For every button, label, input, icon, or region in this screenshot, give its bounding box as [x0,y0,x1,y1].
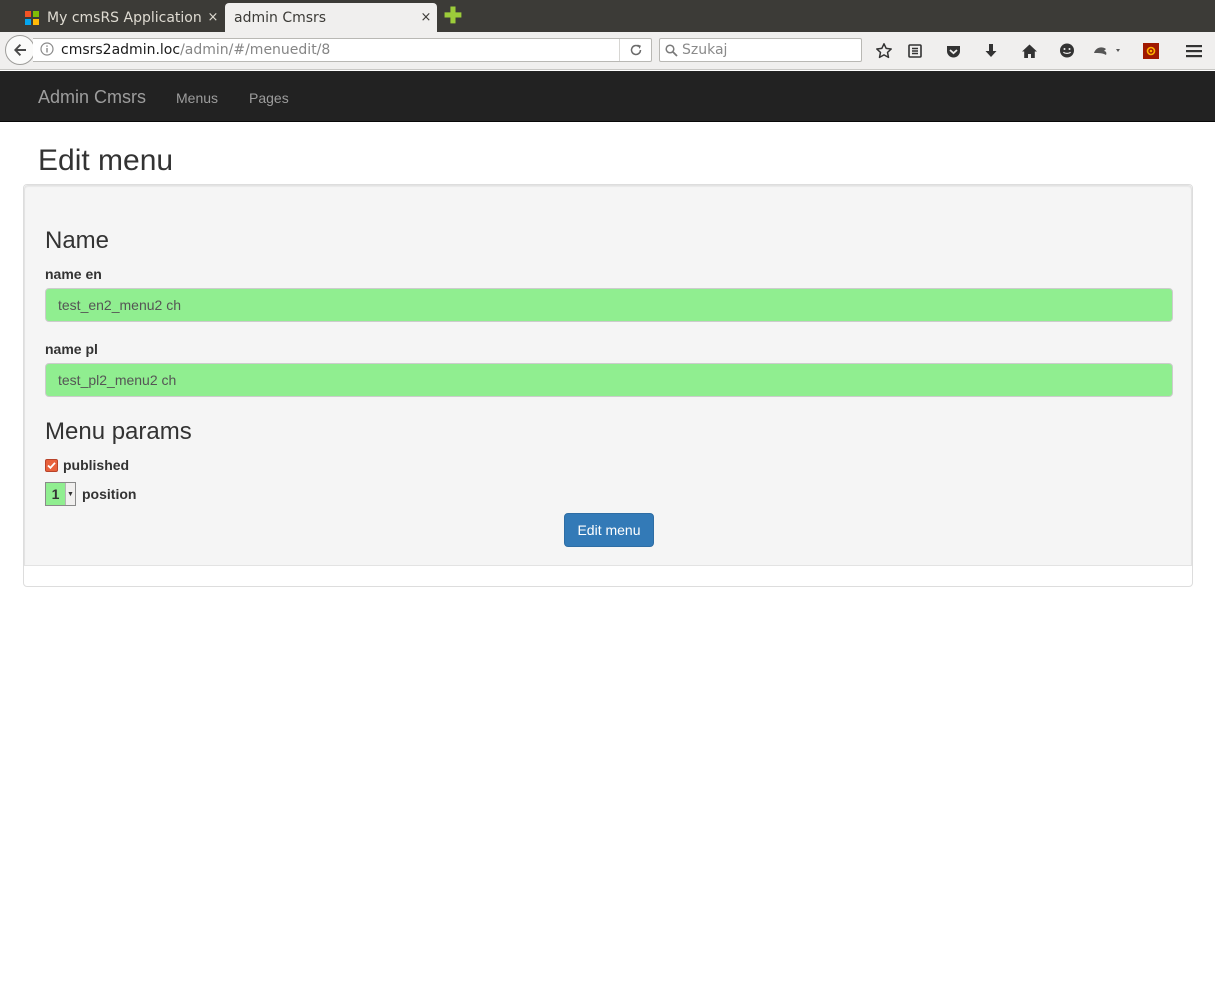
menu-params-section-title: Menu params [45,418,192,445]
url-text[interactable]: cmsrs2admin.loc/admin/#/menuedit/8 [61,42,619,58]
name-en-input[interactable] [45,288,1173,322]
url-host: cmsrs2admin.loc [61,42,181,58]
position-row: 1 ▼ position [45,482,136,506]
search-input[interactable] [682,42,861,58]
published-row: published [45,457,129,473]
tab-title: My cmsRS Application [47,9,202,26]
bookmark-star-icon[interactable] [871,38,897,64]
addon-orange-icon[interactable] [1138,38,1164,64]
url-bar[interactable]: cmsrs2admin.loc/admin/#/menuedit/8 [33,38,652,62]
navbar-brand[interactable]: Admin Cmsrs [38,87,146,108]
site-info-icon[interactable] [33,41,61,59]
published-checkbox[interactable] [45,458,58,472]
browser-tab-admin-cmsrs[interactable]: admin Cmsrs × [225,3,437,32]
home-icon[interactable] [1016,38,1042,64]
pocket-icon[interactable] [940,38,966,64]
tab-close-icon[interactable]: × [415,10,437,25]
emoji-chat-icon[interactable] [1054,38,1080,64]
published-label: published [63,457,130,473]
edit-menu-button[interactable]: Edit menu [564,513,654,547]
extension-dropdown-icon[interactable] [1089,38,1125,64]
back-button[interactable] [5,35,35,65]
checkmark-icon [47,461,56,469]
page-title: Edit menu [38,144,174,177]
hamburger-menu-icon[interactable] [1181,38,1207,64]
tab-title: admin Cmsrs [234,9,327,26]
name-pl-input[interactable] [45,363,1173,397]
new-tab-plus-icon[interactable]: ✚ [443,5,463,27]
position-select[interactable]: 1 ▼ [45,482,76,506]
windows-favicon-icon [25,10,39,25]
app-navbar: Admin Cmsrs Menus Pages [0,71,1215,122]
nav-link-menus[interactable]: Menus [176,90,218,106]
name-en-label: name en [45,266,102,282]
browser-toolbar: cmsrs2admin.loc/admin/#/menuedit/8 [0,32,1215,70]
search-bar[interactable] [659,38,862,62]
edit-menu-form: Name name en name pl Menu params publish… [24,185,1192,566]
position-label: position [82,486,137,502]
download-icon[interactable] [978,38,1004,64]
chevron-down-icon: ▼ [65,483,75,505]
reload-icon[interactable] [619,39,651,61]
name-pl-label: name pl [45,341,98,357]
name-section-title: Name [45,227,110,254]
tab-close-icon[interactable]: × [202,10,224,25]
url-path: /admin/#/menuedit/8 [180,42,331,58]
position-select-value: 1 [51,486,60,502]
browser-tab-bar: My cmsRS Application × admin Cmsrs × ✚ [0,0,1215,32]
browser-tab-cmsrs-application[interactable]: My cmsRS Application × [14,3,224,32]
nav-link-pages[interactable]: Pages [249,90,289,106]
reading-list-icon[interactable] [902,38,928,64]
search-icon [660,43,682,57]
edit-menu-panel: Name name en name pl Menu params publish… [23,184,1193,587]
back-arrow-icon [14,44,26,56]
